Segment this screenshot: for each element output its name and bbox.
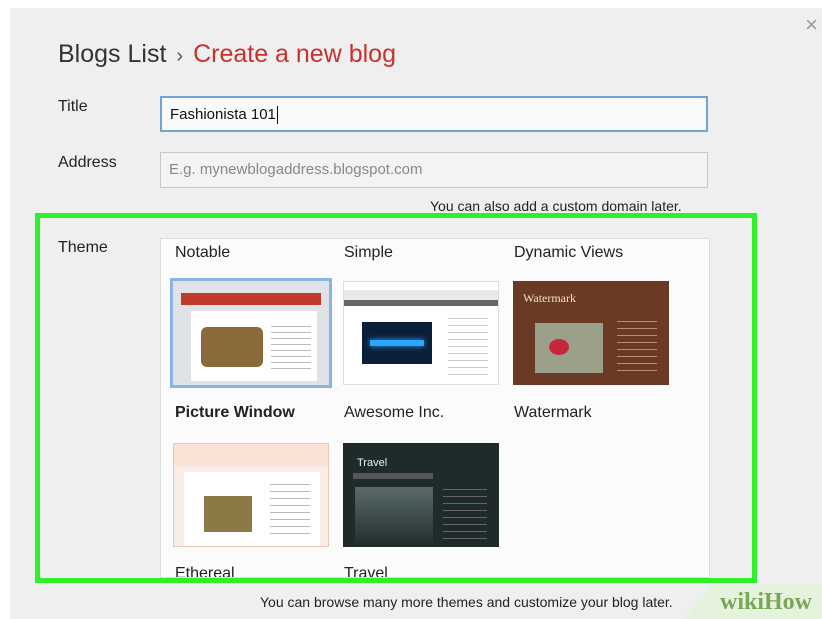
theme-highlight-box	[35, 213, 757, 583]
chevron-right-icon: ›	[176, 45, 184, 67]
text-caret	[276, 106, 278, 125]
close-icon[interactable]: ×	[805, 14, 818, 36]
custom-domain-note: You can also add a custom domain later.	[430, 198, 682, 214]
breadcrumb: Blogs List › Create a new blog	[58, 40, 396, 69]
title-input[interactable]: Fashionista 101	[160, 96, 708, 132]
title-label: Title	[58, 98, 88, 115]
page-title: Create a new blog	[193, 40, 396, 68]
breadcrumb-parent-link[interactable]: Blogs List	[58, 40, 166, 68]
address-label: Address	[58, 154, 117, 171]
address-input[interactable]: E.g. mynewblogaddress.blogspot.com	[160, 152, 708, 188]
browse-themes-note: You can browse many more themes and cust…	[260, 594, 673, 610]
title-input-value: Fashionista 101	[170, 106, 276, 123]
